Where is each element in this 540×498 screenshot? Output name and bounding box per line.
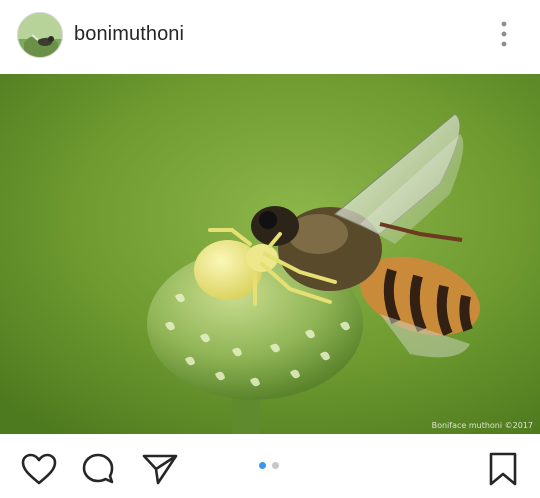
avatar-image bbox=[18, 13, 62, 57]
more-vertical-icon[interactable] bbox=[494, 20, 514, 50]
post-header: bonimuthoni bbox=[0, 0, 540, 74]
carousel-dot[interactable] bbox=[272, 462, 279, 469]
avatar[interactable] bbox=[17, 12, 63, 58]
bee-spider-photo bbox=[0, 74, 540, 434]
heart-icon[interactable] bbox=[20, 452, 58, 486]
post-photo[interactable]: Boniface muthoni ©2017 bbox=[0, 74, 540, 434]
carousel-indicator bbox=[259, 462, 283, 470]
post-actions bbox=[0, 434, 540, 498]
bookmark-icon[interactable] bbox=[484, 452, 522, 486]
send-icon[interactable] bbox=[141, 452, 179, 486]
comment-icon[interactable] bbox=[81, 452, 119, 486]
carousel-dot-active[interactable] bbox=[259, 462, 266, 469]
username[interactable]: bonimuthoni bbox=[74, 23, 184, 46]
photo-watermark: Boniface muthoni ©2017 bbox=[431, 421, 533, 430]
